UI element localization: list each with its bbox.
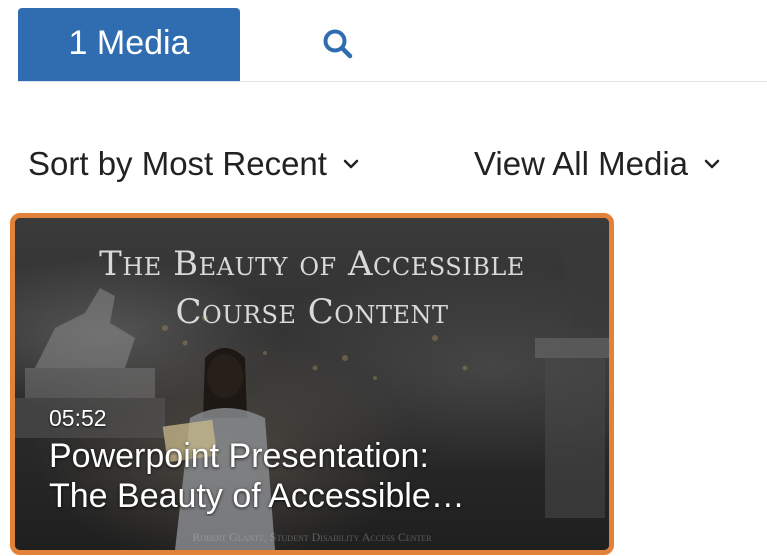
chevron-down-icon [704,158,720,170]
media-card[interactable]: The Beauty of Accessible Course Content … [10,213,614,555]
sort-dropdown[interactable]: Sort by Most Recent [28,138,359,190]
chevron-down-icon [343,158,359,170]
view-filter-dropdown[interactable]: View All Media [474,138,720,190]
view-filter-label: View All Media [474,145,689,182]
search-icon [321,27,355,66]
tab-search[interactable] [308,22,368,70]
tab-media[interactable]: 1 Media [18,8,240,81]
sort-dropdown-label: Sort by Most Recent [28,145,327,182]
slide-title: The Beauty of Accessible Course Content [99,244,525,332]
slide-credit: Robert Glantz, Student Disability Access… [192,530,432,544]
media-duration: 05:52 [49,405,107,431]
media-tabbar: 1 Media [18,8,767,82]
media-title[interactable]: Powerpoint Presentation: The Beauty of A… [49,436,589,516]
